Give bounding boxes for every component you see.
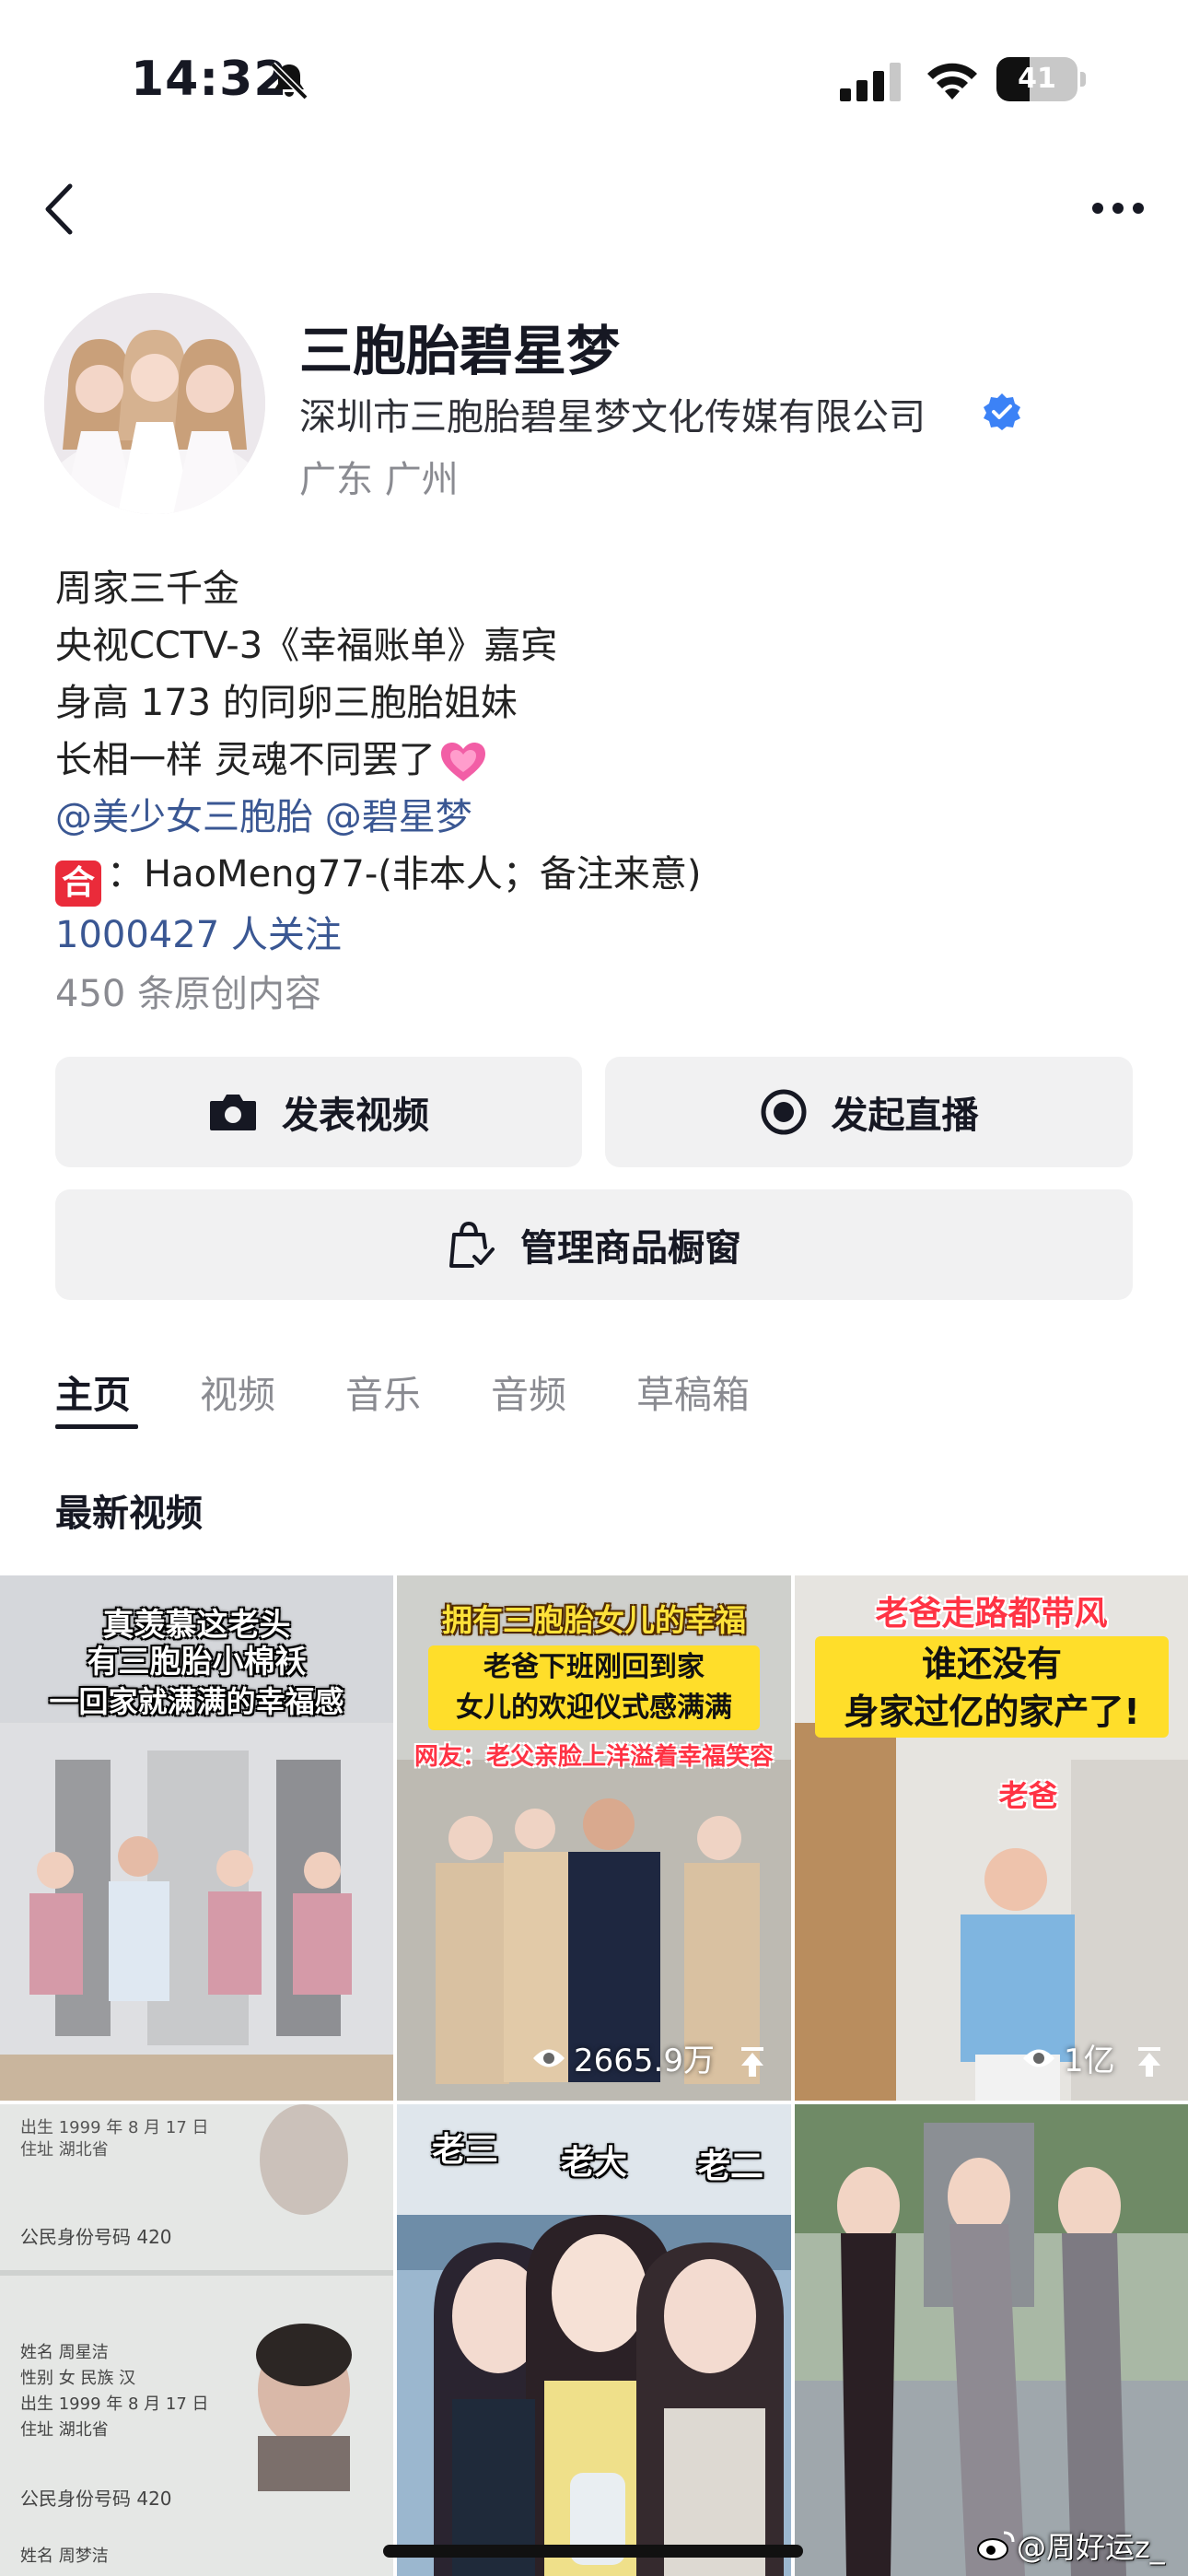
watermark-text: @周好运z_ (1017, 2530, 1165, 2565)
tab-underline (55, 1424, 138, 1429)
video-caption: 拥有三胞胎女儿的幸福 (442, 1602, 746, 1638)
video-thumbnail[interactable]: 老三 老大 老二 (397, 2104, 791, 2576)
bio-line-with-heart: 长相一样 灵魂不同罢了 (55, 730, 487, 783)
video-caption: 老爸走路都带风 (875, 1595, 1108, 1633)
camera-icon (210, 1095, 256, 1130)
id-text-line: 性别 女 民族 汉 (20, 2369, 136, 2388)
id-text-line: 公民身份号码 420 (20, 2226, 172, 2248)
video-thumbnail[interactable] (795, 2104, 1188, 2576)
bell-slash-icon (270, 62, 309, 100)
profile-name: 三胞胎碧星梦 (299, 320, 621, 382)
watermark: @周好运z_ (976, 2524, 1165, 2567)
id-card-text: 出生 1999 年 8 月 17 日 住址 湖北省 (20, 2117, 209, 2161)
video-thumbnail[interactable]: 拥有三胞胎女儿的幸福 老爸下班刚回到家 女儿的欢迎仪式感满满 网友：老父亲脸上洋… (397, 1575, 791, 2101)
video-caption-box: 老爸下班刚回到家 女儿的欢迎仪式感满满 (428, 1645, 760, 1730)
id-text-line: 出生 1999 年 8 月 17 日 (20, 2118, 209, 2137)
bio-line: 身高 173 的同卵三胞胎姐妹 (55, 682, 518, 724)
followers-count[interactable]: 1000427 人关注 (55, 905, 342, 958)
tab-videos[interactable]: 视频 (200, 1364, 275, 1419)
manage-shop-button[interactable]: 管理商品橱窗 (55, 1189, 1133, 1300)
wifi-icon (927, 63, 977, 100)
video-caption: 女儿的欢迎仪式感满满 (456, 1692, 732, 1724)
view-count: 2665.9万 (531, 2035, 715, 2080)
pin-top-icon (1138, 2047, 1160, 2077)
heart-icon (440, 743, 485, 781)
start-live-label: 发起直播 (831, 1095, 979, 1137)
mention-link[interactable]: @碧星梦 (325, 796, 472, 838)
original-content-count: 450 条原创内容 (55, 973, 322, 1015)
id-card-text: 姓名 周星洁 性别 女 民族 汉 出生 1999 年 8 月 17 日 住址 湖… (20, 2340, 209, 2443)
view-count: 1亿 (1021, 2035, 1115, 2080)
status-time: 14:32 (131, 52, 288, 107)
battery-level: 41 (1018, 63, 1056, 95)
section-title: 最新视频 (55, 1493, 203, 1535)
bio-line: 长相一样 灵魂不同罢了 (55, 739, 436, 781)
bio-line: 央视CCTV-3《幸福账单》嘉宾 (55, 625, 558, 667)
eye-icon (533, 2049, 565, 2067)
tab-audio[interactable]: 音频 (491, 1364, 566, 1419)
view-count-text: 2665.9万 (574, 2043, 715, 2079)
video-caption: 网友：老父亲脸上洋溢着幸福笑容 (413, 1743, 774, 1771)
start-live-button[interactable]: 发起直播 (605, 1057, 1133, 1167)
id-text-line: 姓名 周梦洁 (20, 2547, 109, 2566)
video-thumbnail[interactable]: 老爸走路都带风 谁还没有 身家过亿的家产了! 老爸 1亿 (795, 1575, 1188, 2101)
manage-shop-label: 管理商品橱窗 (520, 1227, 741, 1270)
video-caption: 老二 (696, 2148, 763, 2185)
contact-text: ：HaoMeng77-(非本人；备注来意) (107, 853, 702, 896)
mention-link[interactable]: @美少女三胞胎 (55, 796, 313, 838)
video-caption: 身家过亿的家产了! (844, 1692, 1140, 1732)
bio-line: 周家三千金 (55, 568, 239, 610)
id-text-line: 住址 湖北省 (20, 2140, 109, 2160)
view-count-text: 1亿 (1064, 2043, 1115, 2079)
video-caption-box: 谁还没有 身家过亿的家产了! (815, 1636, 1169, 1738)
avatar[interactable] (44, 293, 265, 514)
id-text-line: 姓名 周星洁 (20, 2343, 109, 2362)
home-indicator[interactable] (383, 2545, 803, 2558)
id-text-line: 住址 湖北省 (20, 2420, 109, 2440)
live-record-icon (761, 1089, 806, 1135)
more-icon[interactable] (1090, 201, 1146, 216)
video-thumbnail[interactable]: 出生 1999 年 8 月 17 日 住址 湖北省 公民身份号码 420 姓名 … (0, 2104, 393, 2576)
video-caption: 有三胞胎小棉袄 (87, 1644, 307, 1680)
video-caption: 谁还没有 (921, 1644, 1062, 1684)
eye-icon (1023, 2049, 1054, 2067)
tab-music[interactable]: 音乐 (345, 1364, 421, 1419)
verified-icon (984, 393, 1020, 430)
cooperation-badge: 合 (55, 861, 101, 907)
back-icon[interactable] (41, 181, 81, 238)
video-thumbnail[interactable]: 真羡慕这老头 有三胞胎小棉袄 一回家就满满的幸福感 (0, 1575, 393, 2101)
bio-contact: 合：HaoMeng77-(非本人；备注来意) (55, 844, 701, 907)
shopping-bag-check-icon (449, 1221, 495, 1268)
video-caption: 老爸 (998, 1778, 1058, 1813)
id-text-line: 出生 1999 年 8 月 17 日 (20, 2395, 209, 2414)
tab-home[interactable]: 主页 (55, 1364, 131, 1419)
tab-drafts[interactable]: 草稿箱 (636, 1364, 750, 1419)
video-caption: 老爸下班刚回到家 (483, 1651, 705, 1683)
video-caption: 一回家就满满的幸福感 (49, 1684, 344, 1719)
id-text-line: 公民身份号码 420 (20, 2488, 172, 2510)
battery-icon: 41 (996, 57, 1086, 101)
signal-icon (840, 63, 901, 101)
post-video-button[interactable]: 发表视频 (55, 1057, 582, 1167)
company-name[interactable]: 深圳市三胞胎碧星梦文化传媒有限公司 (299, 387, 926, 440)
weibo-icon (977, 2531, 1015, 2560)
post-video-label: 发表视频 (282, 1095, 429, 1137)
pin-top-icon (741, 2047, 763, 2077)
bio-mentions: @美少女三胞胎 @碧星梦 (55, 787, 472, 840)
location: 广东 广州 (299, 459, 459, 501)
